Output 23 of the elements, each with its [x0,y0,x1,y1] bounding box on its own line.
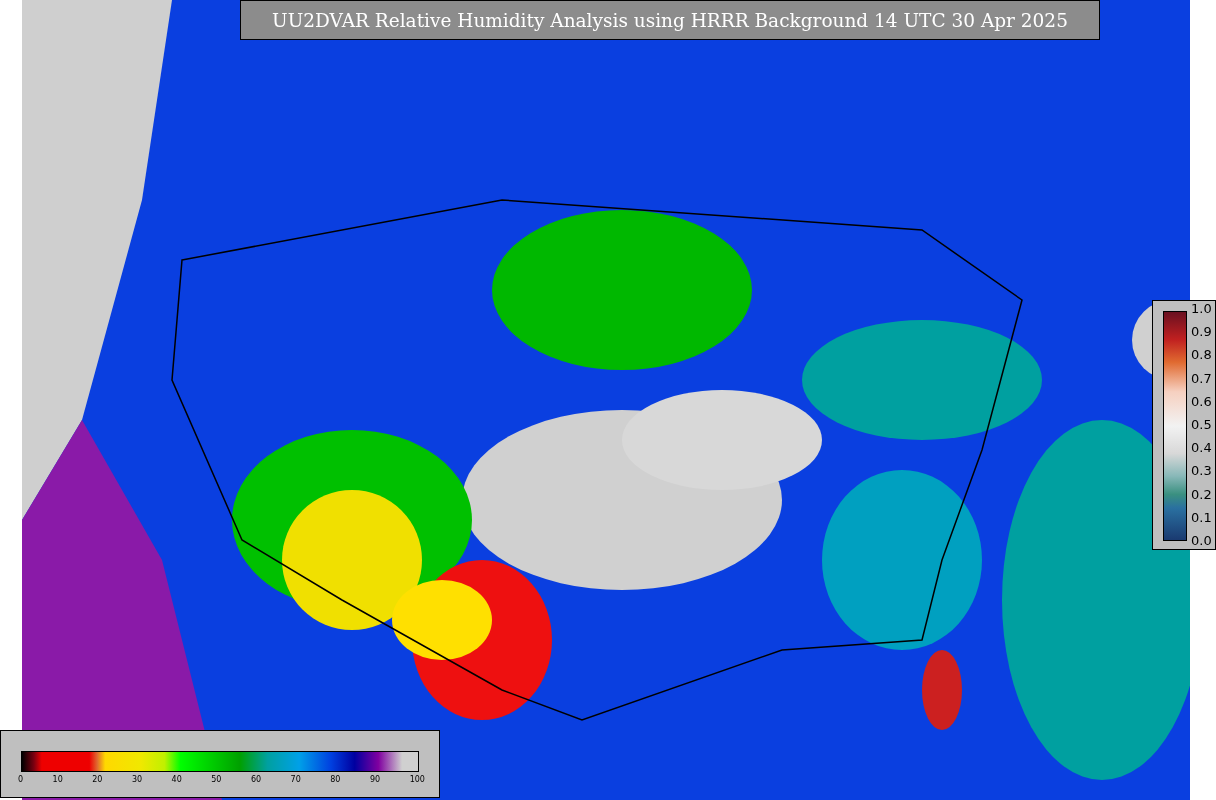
colorbar-tick-label: 0 [18,775,24,784]
colorbar-tick-label: 0.1 [1191,510,1212,525]
colorbar-tick-label: 1.0 [1191,302,1212,316]
colorbar-tick-label: 0.0 [1191,533,1212,548]
colorbar-tick-label: 90 [369,775,381,784]
colorbar-tick-label: 50 [211,775,222,784]
colorbar-tick-label: 0.8 [1191,348,1212,363]
colorbar-tick-label: 0.3 [1191,464,1212,479]
colorbar-tick-label: 0.7 [1191,371,1212,386]
colorbar-tick-label: 30 [131,775,143,784]
colorbar-tick-label: 70 [290,775,301,784]
colorbar-tick-label: 40 [171,775,182,784]
colorbar-tick-label: 0.6 [1191,394,1212,409]
colorbar-tick-label: 100 [409,775,425,784]
colorbar-tick-label: 0.4 [1191,441,1212,456]
colorbar-tick-label: 60 [250,775,262,784]
map-title: UU2DVAR Relative Humidity Analysis using HRRR Background 14 UTC 30 Apr 2025 [240,0,1100,40]
colorbar-tick-label: 0.9 [1191,325,1212,340]
colorbar-tick-label: 0.2 [1191,487,1212,502]
colorbar-tick-label: 10 [52,775,63,784]
colorbar-tick-label: 0.5 [1191,417,1212,432]
colorbar-tick-label: 80 [330,775,341,784]
colorbar-tick-label: 20 [92,775,103,784]
